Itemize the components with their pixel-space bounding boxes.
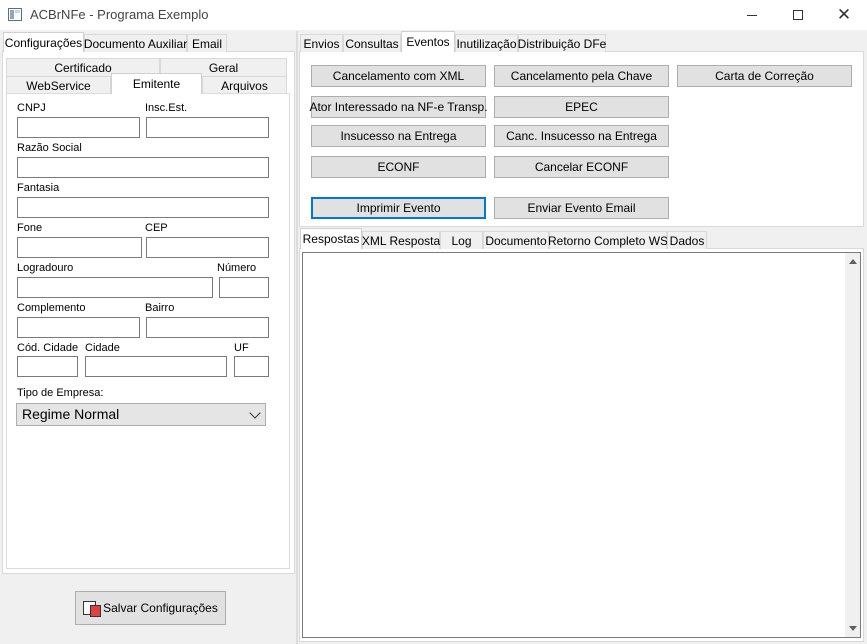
carta-correcao-button[interactable]: Carta de Correção (677, 65, 852, 87)
save-icon (83, 601, 102, 617)
subtab-webservice[interactable]: WebService (6, 76, 111, 94)
tipo-empresa-label: Tipo de Empresa: (17, 387, 104, 399)
cnpj-input[interactable] (17, 117, 140, 138)
cnpj-label: CNPJ (17, 102, 46, 114)
window-title: ACBrNFe - Programa Exemplo (30, 7, 209, 22)
uf-input[interactable] (234, 356, 269, 377)
fantasia-input[interactable] (17, 197, 269, 218)
ator-interessado-button[interactable]: Ator Interessado na NF-e Transp. (309, 96, 488, 118)
bairro-input[interactable] (146, 317, 269, 338)
cod-cidade-label: Cód. Cidade (17, 342, 79, 354)
cancelamento-xml-button[interactable]: Cancelamento com XML (311, 65, 486, 87)
minimize-button[interactable] (729, 0, 775, 30)
subtab-arquivos[interactable]: Arquivos (202, 76, 287, 94)
close-icon: ✕ (836, 4, 852, 25)
cidade-input[interactable] (85, 356, 227, 377)
numero-label: Número (217, 262, 257, 274)
salvar-configuracoes-button[interactable]: Salvar Configurações (75, 591, 226, 625)
salvar-configuracoes-label: Salvar Configurações (103, 601, 218, 615)
numero-input[interactable] (219, 277, 269, 298)
insc-est-input[interactable] (146, 117, 269, 138)
fantasia-label: Fantasia (17, 182, 60, 194)
title-bar: ACBrNFe - Programa Exemplo ✕ (0, 0, 867, 30)
tab-distribuicao-dfe[interactable]: Distribuição DFe (518, 34, 606, 52)
tab-inutilizacao[interactable]: Inutilização (455, 34, 518, 52)
tab-respostas[interactable]: Respostas (300, 228, 362, 249)
complemento-input[interactable] (17, 317, 140, 338)
tab-configuracoes[interactable]: Configurações (3, 32, 84, 52)
logradouro-input[interactable] (17, 277, 213, 298)
scroll-up-icon[interactable] (849, 259, 857, 264)
logradouro-label: Logradouro (17, 262, 74, 274)
cep-input[interactable] (146, 237, 269, 258)
econf-button[interactable]: ECONF (311, 156, 486, 178)
tab-documento[interactable]: Documento (483, 231, 549, 249)
tab-retorno-completo-ws[interactable]: Retorno Completo WS (548, 231, 668, 249)
razao-social-input[interactable] (17, 157, 269, 178)
maximize-icon (793, 10, 803, 20)
razao-social-label: Razão Social (17, 142, 82, 154)
tab-dados[interactable]: Dados (667, 231, 707, 249)
cancelamento-chave-button[interactable]: Cancelamento pela Chave (494, 65, 669, 87)
app-icon (8, 8, 22, 21)
tab-xml-resposta[interactable]: XML Resposta (362, 231, 440, 249)
tab-email[interactable]: Email (187, 34, 227, 52)
splitter[interactable] (296, 31, 298, 644)
epec-button[interactable]: EPEC (494, 96, 669, 118)
canc-insucesso-entrega-button[interactable]: Canc. Insucesso na Entrega (494, 125, 669, 147)
tipo-empresa-value: Regime Normal (22, 406, 120, 422)
vertical-scrollbar[interactable] (845, 253, 860, 637)
cep-label: CEP (145, 222, 168, 234)
fone-label: Fone (17, 222, 43, 234)
tab-envios[interactable]: Envios (300, 34, 343, 52)
insc-est-label: Insc.Est. (145, 102, 188, 114)
subtab-emitente[interactable]: Emitente (111, 73, 202, 94)
uf-label: UF (234, 342, 249, 354)
cancelar-econf-button[interactable]: Cancelar ECONF (494, 156, 669, 178)
fone-input[interactable] (17, 237, 142, 258)
enviar-evento-email-button[interactable]: Enviar Evento Email (494, 197, 669, 219)
scroll-down-icon[interactable] (849, 626, 857, 631)
insucesso-entrega-button[interactable]: Insucesso na Entrega (311, 125, 486, 147)
imprimir-evento-button[interactable]: Imprimir Evento (311, 197, 486, 219)
respostas-memo[interactable] (302, 252, 861, 638)
minimize-icon (747, 14, 757, 16)
close-button[interactable]: ✕ (821, 0, 867, 30)
cidade-label: Cidade (85, 342, 120, 354)
tipo-empresa-select[interactable]: Regime Normal (16, 403, 266, 426)
complemento-label: Complemento (17, 302, 86, 314)
cod-cidade-input[interactable] (17, 356, 78, 377)
tab-documento-auxiliar[interactable]: Documento Auxiliar (84, 34, 187, 52)
chevron-down-icon (249, 407, 261, 419)
tab-consultas[interactable]: Consultas (343, 34, 401, 52)
tab-log[interactable]: Log (440, 231, 483, 249)
maximize-button[interactable] (775, 0, 821, 30)
bairro-label: Bairro (145, 302, 175, 314)
tab-eventos[interactable]: Eventos (401, 31, 455, 52)
